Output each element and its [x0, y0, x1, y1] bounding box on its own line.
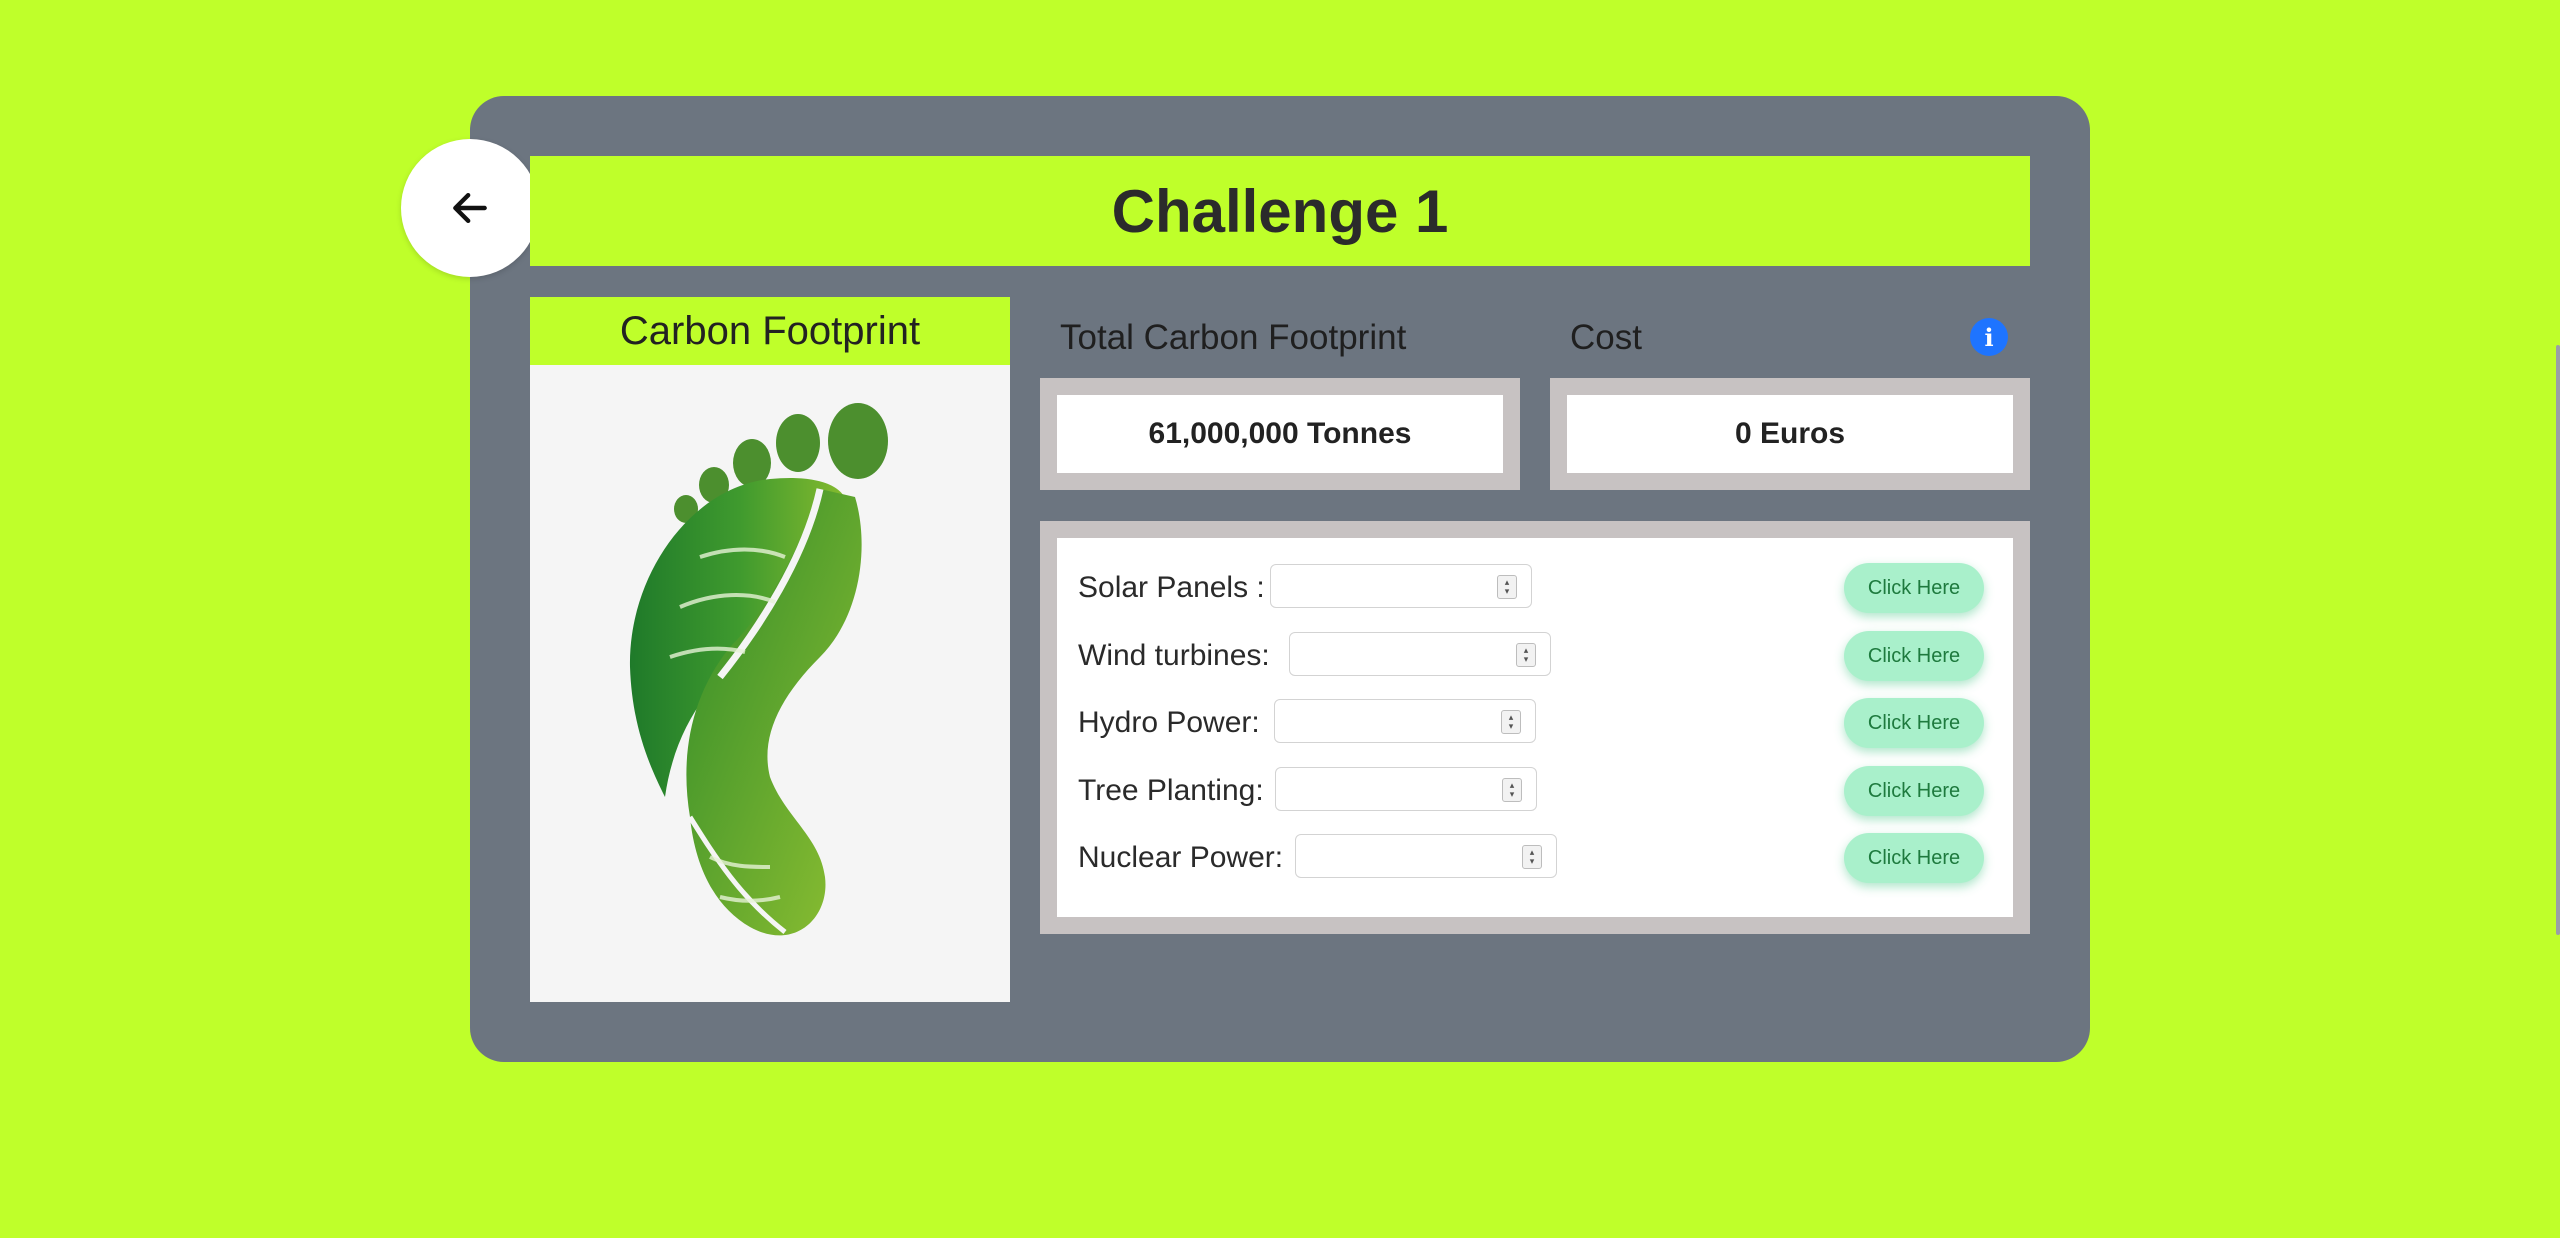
- energy-options-panel: Solar Panels : ▴ ▾ Click Here Wind turbin…: [1040, 521, 2030, 934]
- spinner-icon[interactable]: ▴ ▾: [1502, 778, 1522, 802]
- spinner-icon[interactable]: ▴ ▾: [1497, 575, 1517, 599]
- option-label: Nuclear Power:: [1078, 841, 1284, 874]
- back-button[interactable]: [401, 139, 539, 277]
- cost-value: 0 Euros: [1567, 395, 2013, 473]
- option-row-nuclear: Nuclear Power: ▴ ▾ Click Here: [1057, 831, 2013, 891]
- leaf-footprint-image: [629, 403, 888, 936]
- hydro-power-button[interactable]: Click Here: [1844, 698, 1984, 748]
- page-title: Challenge 1: [1111, 177, 1449, 245]
- option-label: Hydro Power:: [1078, 706, 1260, 739]
- total-footprint-value: 61,000,000 Tonnes: [1057, 395, 1503, 473]
- option-label: Wind turbines:: [1078, 639, 1270, 672]
- tree-planting-input[interactable]: ▴ ▾: [1275, 767, 1537, 811]
- cost-box: 0 Euros: [1550, 378, 2030, 490]
- nuclear-power-button[interactable]: Click Here: [1844, 833, 1984, 883]
- spinner-icon[interactable]: ▴ ▾: [1501, 710, 1521, 734]
- scrollbar[interactable]: [2554, 0, 2560, 1238]
- option-row-trees: Tree Planting: ▴ ▾ Click Here: [1057, 764, 2013, 824]
- wind-turbines-button[interactable]: Click Here: [1844, 631, 1984, 681]
- option-row-hydro: Hydro Power: ▴ ▾ Click Here: [1057, 696, 2013, 756]
- wind-turbines-input[interactable]: ▴ ▾: [1289, 632, 1551, 676]
- option-label: Tree Planting:: [1078, 774, 1264, 807]
- tree-planting-button[interactable]: Click Here: [1844, 766, 1984, 816]
- option-label: Solar Panels :: [1078, 571, 1265, 604]
- cost-label: Cost: [1570, 318, 1642, 357]
- arrow-left-icon: [453, 192, 487, 224]
- hydro-power-input[interactable]: ▴ ▾: [1274, 699, 1536, 743]
- option-row-wind: Wind turbines: ▴ ▾ Click Here: [1057, 629, 2013, 689]
- spinner-icon[interactable]: ▴ ▾: [1516, 643, 1536, 667]
- solar-panels-input[interactable]: ▴ ▾: [1270, 564, 1532, 608]
- footprint-panel: Carbon Footprint: [530, 297, 1010, 1002]
- total-footprint-label: Total Carbon Footprint: [1060, 318, 1407, 357]
- energy-options-list: Solar Panels : ▴ ▾ Click Here Wind turbin…: [1057, 538, 2013, 917]
- footprint-title: Carbon Footprint: [530, 297, 1010, 365]
- option-row-solar: Solar Panels : ▴ ▾ Click Here: [1057, 561, 2013, 621]
- total-footprint-box: 61,000,000 Tonnes: [1040, 378, 1520, 490]
- nuclear-power-input[interactable]: ▴ ▾: [1295, 834, 1557, 878]
- spinner-icon[interactable]: ▴ ▾: [1522, 845, 1542, 869]
- scrollbar-thumb[interactable]: [2556, 345, 2560, 935]
- title-banner: Challenge 1: [530, 156, 2030, 266]
- solar-panels-button[interactable]: Click Here: [1844, 563, 1984, 613]
- info-icon[interactable]: i: [1970, 318, 2008, 356]
